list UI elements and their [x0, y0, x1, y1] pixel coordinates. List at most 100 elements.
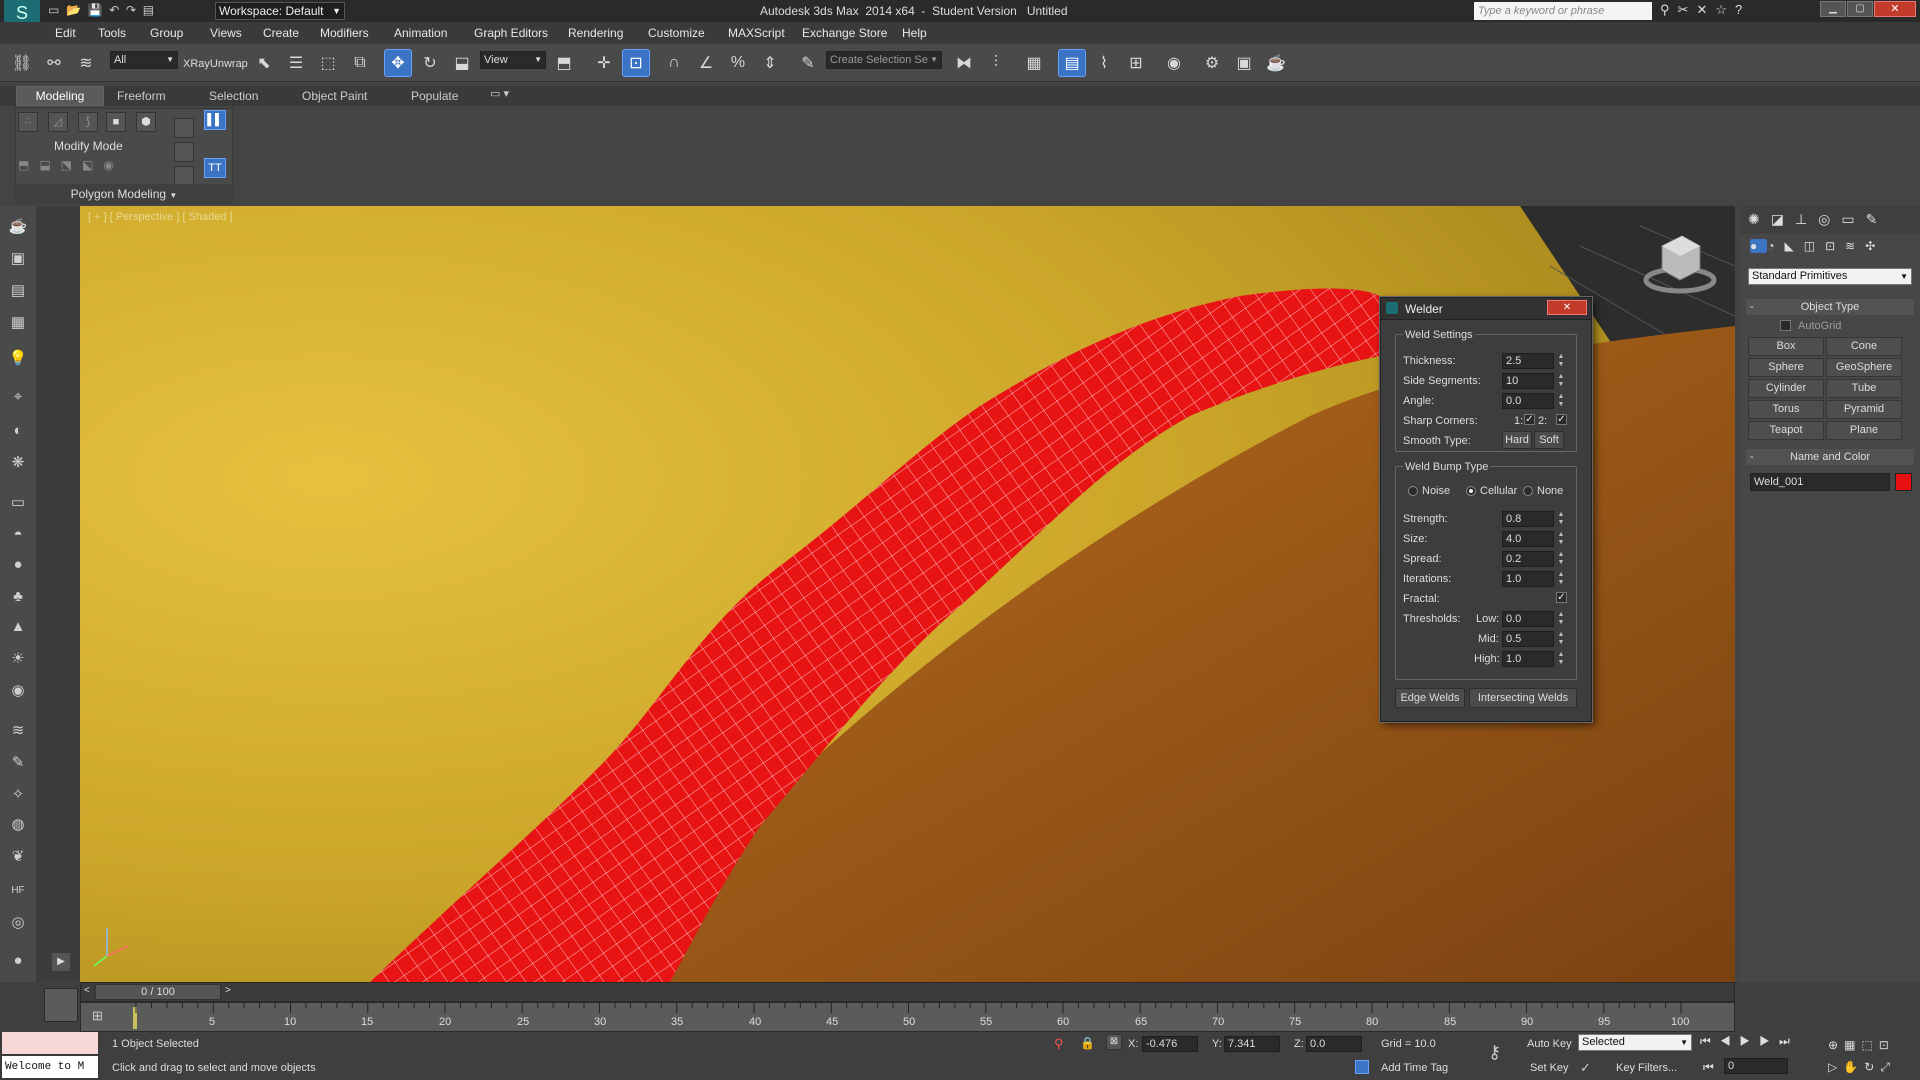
redo-icon[interactable]: ↷ [126, 3, 136, 17]
sphere-button[interactable]: Sphere [1748, 358, 1824, 377]
pivot-center-icon[interactable]: ⬒ [550, 49, 578, 77]
key-mode-dropdown[interactable]: Selected ▼ [1578, 1034, 1692, 1051]
menu-modifiers[interactable]: Modifiers [320, 26, 369, 40]
helper-icon[interactable]: ◐ [6, 418, 30, 442]
dome-icon[interactable]: ◓ [6, 522, 30, 546]
size-spinner[interactable]: ▲ ▼ [1557, 531, 1565, 547]
teapot-icon[interactable]: ☕ [6, 214, 30, 238]
zoom-extents-icon[interactable]: ⬚ [1861, 1038, 1878, 1052]
tab-selection[interactable]: Selection [209, 89, 258, 103]
helpers-icon[interactable]: ⊡ [1825, 239, 1845, 253]
autogrid-checkbox[interactable] [1780, 320, 1791, 331]
zoom-all-icon[interactable]: ▦ [1844, 1038, 1861, 1052]
angle-input[interactable]: 0.0 [1502, 393, 1554, 409]
hf-icon[interactable]: HF [6, 878, 30, 902]
mini-listener-toggle[interactable] [44, 988, 78, 1022]
globe-icon[interactable]: ◍ [6, 812, 30, 836]
light-bulb-icon[interactable]: 💡 [6, 346, 30, 370]
leaf-icon[interactable]: ❦ [6, 844, 30, 868]
shapes-icon[interactable]: ◔ [1767, 239, 1784, 253]
auto-key-button[interactable]: Auto Key [1527, 1038, 1572, 1050]
sun-icon[interactable]: ☀ [6, 646, 30, 670]
border-icon[interactable]: ⟆ [78, 112, 98, 132]
menu-tools[interactable]: Tools [98, 26, 126, 40]
x-coordinate-input[interactable]: -0.476 [1142, 1036, 1198, 1052]
menu-group[interactable]: Group [150, 26, 183, 40]
menu-rendering[interactable]: Rendering [568, 26, 623, 40]
ribbon-side-btn-1[interactable] [174, 118, 194, 138]
create-tab-icon[interactable]: ✺ [1748, 211, 1771, 227]
workspace-dropdown[interactable]: Workspace: Default ▼ [215, 2, 345, 20]
element-icon[interactable]: ⬢ [136, 112, 156, 132]
hair-icon[interactable]: ≋ [6, 718, 30, 742]
time-slider-thumb[interactable]: 0 / 100 [95, 984, 221, 1000]
tab-object-paint[interactable]: Object Paint [302, 89, 367, 103]
spread-input[interactable]: 0.2 [1502, 551, 1554, 567]
object-name-input[interactable]: Weld_001 [1750, 473, 1890, 491]
play-icon[interactable]: ▶ [1740, 1034, 1760, 1048]
polygon-modeling-dropdown[interactable]: Polygon Modeling ▼ [15, 184, 233, 204]
table-icon[interactable]: ▦ [6, 310, 30, 334]
high-input[interactable]: 1.0 [1502, 651, 1554, 667]
camera-icon[interactable]: ⌖ [6, 384, 30, 408]
edge-icon[interactable]: ◿ [48, 112, 68, 132]
strength-spinner[interactable]: ▲ ▼ [1557, 511, 1565, 527]
size-input[interactable]: 4.0 [1502, 531, 1554, 547]
mid-input[interactable]: 0.5 [1502, 631, 1554, 647]
zoom-extents-all-icon[interactable]: ⊡ [1879, 1038, 1895, 1052]
graphite-ribbon-icon[interactable]: ▤ [1058, 49, 1086, 77]
menu-exchange-store[interactable]: Exchange Store [802, 26, 887, 40]
key-filters-button[interactable]: Key Filters... [1616, 1062, 1677, 1074]
spinner-snap-icon[interactable]: ⇕ [756, 49, 784, 77]
menu-customize[interactable]: Customize [648, 26, 705, 40]
unlink-icon[interactable]: ⚯ [40, 49, 68, 77]
angle-spinner[interactable]: ▲ ▼ [1557, 393, 1565, 409]
object-list-icon[interactable]: ▤ [6, 278, 30, 302]
help-search-input[interactable]: Type a keyword or phrase [1474, 2, 1652, 20]
geosphere-button[interactable]: GeoSphere [1826, 358, 1902, 377]
geometry-icon[interactable]: ● [1750, 239, 1768, 253]
key-icon[interactable]: ✓ [1580, 1060, 1591, 1076]
object-color-swatch[interactable] [1895, 473, 1912, 491]
time-slider-prev-icon[interactable]: < [84, 985, 90, 996]
previous-frame-icon[interactable]: ◀ [1720, 1034, 1740, 1048]
maximize-viewport-icon[interactable]: ⤢ [1880, 1060, 1896, 1074]
material-editor-icon[interactable]: ◉ [1160, 49, 1188, 77]
select-manipulate-icon[interactable]: ✛ [590, 49, 618, 77]
teapot-button[interactable]: Teapot [1748, 421, 1824, 440]
tab-modeling[interactable]: Modeling [16, 86, 104, 106]
key-mode-toggle-icon[interactable]: ⏮ [1703, 1060, 1714, 1075]
mirror-icon[interactable]: ⧓ [950, 49, 978, 77]
zoom-icon[interactable]: ⊕ [1828, 1038, 1844, 1052]
side-segments-input[interactable]: 10 [1502, 373, 1554, 389]
welder-close-button[interactable]: ✕ [1547, 300, 1587, 315]
fractal-checkbox[interactable]: ✓ [1556, 592, 1567, 603]
next-frame-icon[interactable]: ▶ [1759, 1034, 1779, 1048]
time-slider-next-icon[interactable]: > [225, 985, 231, 996]
name-color-rollout-header[interactable]: - Name and Color [1746, 449, 1914, 465]
time-slider[interactable]: < 0 / 100 > [80, 982, 1735, 1002]
align-icon[interactable]: ⫶ [982, 49, 1010, 77]
select-and-rotate-icon[interactable]: ↻ [416, 49, 444, 77]
hierarchy-tab-icon[interactable]: ⊥ [1795, 211, 1818, 227]
shrub-icon[interactable]: ♣ [6, 584, 30, 608]
maxscript-input[interactable] [2, 1032, 98, 1054]
window-crossing-icon[interactable]: ⧉ [346, 49, 374, 77]
rectangular-selection-icon[interactable]: ⬚ [314, 49, 342, 77]
go-to-start-icon[interactable]: ⏮ [1700, 1034, 1720, 1048]
pyramid-button[interactable]: Pyramid [1826, 400, 1902, 419]
cellular-radio[interactable] [1466, 486, 1476, 496]
cone-icon[interactable]: ▲ [6, 614, 30, 638]
project-icon[interactable]: ▤ [143, 3, 154, 17]
high-spinner[interactable]: ▲ ▼ [1557, 651, 1565, 667]
link-icon[interactable]: ⛓ [8, 49, 36, 77]
plane-icon[interactable]: ▭ [6, 490, 30, 514]
material-sphere-icon[interactable]: ◉ [6, 678, 30, 702]
named-selection-set-dropdown[interactable]: Create Selection Se ▼ [826, 51, 942, 69]
low-spinner[interactable]: ▲ ▼ [1557, 611, 1565, 627]
fov-icon[interactable]: ▷ [1828, 1060, 1843, 1074]
close-window-button[interactable]: ✕ [1874, 1, 1916, 17]
select-and-move-icon[interactable]: ✥ [384, 49, 412, 77]
render-production-icon[interactable]: ☕ [1262, 49, 1290, 77]
display-tab-icon[interactable]: ▭ [1841, 211, 1865, 227]
